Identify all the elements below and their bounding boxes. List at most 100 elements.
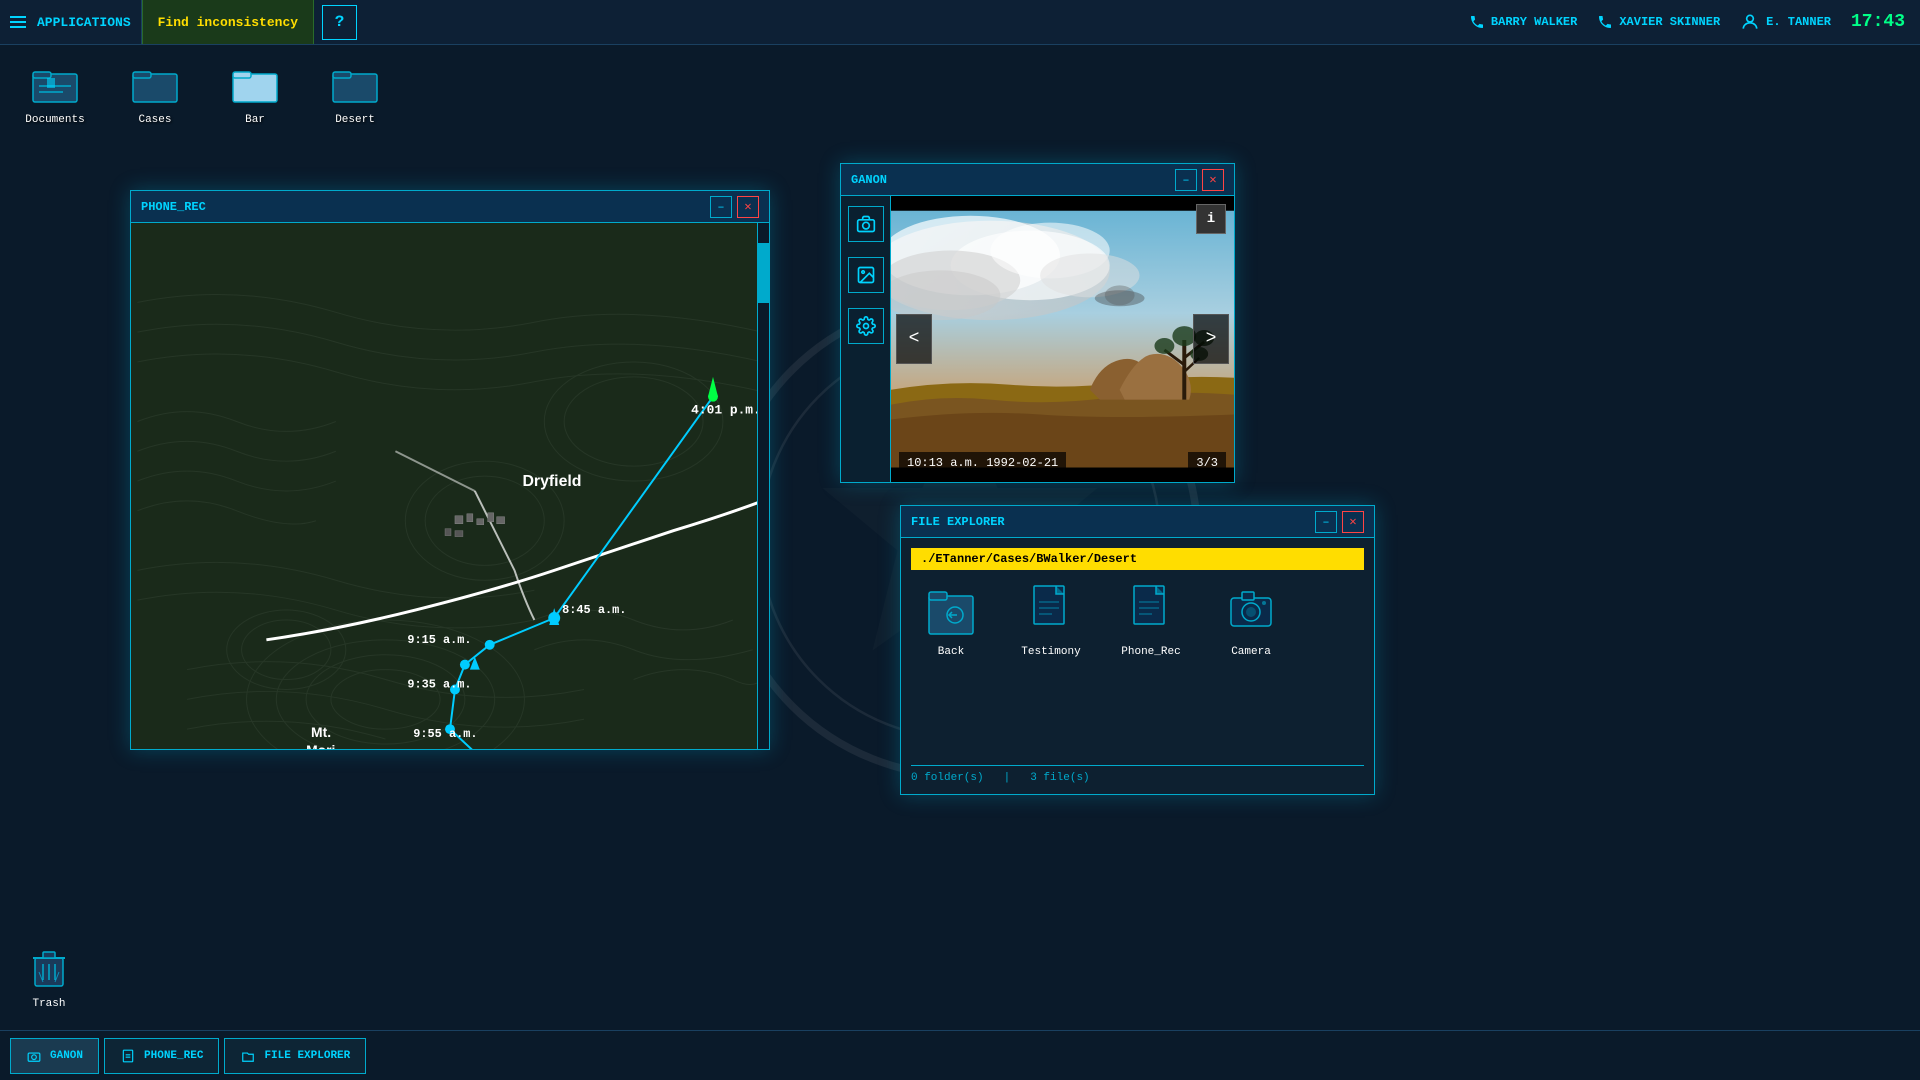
ganon-prev-button[interactable]: < [896, 314, 932, 364]
ganon-window: GANON – ✕ [840, 163, 1235, 483]
ganon-next-button[interactable]: > [1193, 314, 1229, 364]
clock: 17:43 [1851, 12, 1905, 32]
file-explorer-close-button[interactable]: ✕ [1342, 511, 1364, 533]
svg-text:9:55 a.m.: 9:55 a.m. [413, 727, 477, 741]
applications-label: APPLICATIONS [37, 15, 131, 30]
bar-folder-icon [231, 60, 279, 108]
applications-menu[interactable]: APPLICATIONS [0, 0, 142, 44]
trash-icon-img [25, 944, 73, 992]
phone-icon [1469, 14, 1485, 30]
taskbar-camera-icon [26, 1048, 42, 1064]
documents-folder-icon [31, 60, 79, 108]
file-explorer-window: FILE EXPLORER – ✕ ./ETanner/Cases/BWalke… [900, 505, 1375, 795]
file-icons-grid: Back Testimony [911, 582, 1364, 765]
phone-rec-window: PHONE_REC – ✕ [130, 190, 770, 750]
ganon-viewer: i < > 10:13 a.m. 1992-02-21 3/3 [891, 196, 1234, 482]
svg-text:4:01 p.m.: 4:01 p.m. [691, 403, 761, 418]
camera-icon-file [1227, 582, 1275, 640]
ganon-title: GANON [851, 173, 1170, 187]
file-explorer-titlebar[interactable]: FILE EXPLORER – ✕ [901, 506, 1374, 538]
file-testimony-item[interactable]: Testimony [1011, 582, 1091, 765]
back-folder-icon [927, 582, 975, 640]
ganon-minimize-button[interactable]: – [1175, 169, 1197, 191]
map-container[interactable]: 4:01 p.m. 8:45 a.m. 9:15 a.m. 9:35 a.m. … [131, 223, 769, 749]
testimony-doc-icon [1027, 582, 1075, 640]
phone-rec-label: Phone_Rec [1121, 646, 1180, 658]
taskbar-folder-icon [240, 1048, 256, 1064]
svg-text:9:15 a.m.: 9:15 a.m. [407, 633, 471, 647]
ganon-close-button[interactable]: ✕ [1202, 169, 1224, 191]
desert-folder-icon [331, 60, 379, 108]
ganon-image-tool[interactable] [848, 257, 884, 293]
svg-text:Mt.: Mt. [311, 724, 331, 740]
svg-text:Mori: Mori [306, 742, 335, 749]
camera-label: Camera [1231, 646, 1271, 658]
taskbar-file-explorer-button[interactable]: FILE EXPLORER [224, 1038, 366, 1074]
map-scrollbar-thumb[interactable] [758, 243, 769, 303]
desktop-icons: Documents Cases Bar [20, 60, 390, 126]
phone-rec-minimize-button[interactable]: – [710, 196, 732, 218]
file-back-item[interactable]: Back [911, 582, 991, 765]
trash-label: Trash [32, 998, 65, 1010]
bar-icon[interactable]: Bar [220, 60, 290, 126]
desert-label: Desert [335, 114, 375, 126]
barry-walker-name: BARRY WALKER [1491, 15, 1577, 29]
svg-text:Dryfield: Dryfield [522, 473, 581, 490]
file-camera-item[interactable]: Camera [1211, 582, 1291, 765]
bottom-taskbar: GANON PHONE_REC FILE EXPLORER [0, 1030, 1920, 1080]
ganon-camera-tool[interactable] [848, 206, 884, 242]
phone-rec-titlebar[interactable]: PHONE_REC – ✕ [131, 191, 769, 223]
ganon-settings-tool[interactable] [848, 308, 884, 344]
taskbar-phone-rec-label: PHONE_REC [144, 1050, 203, 1062]
cases-icon[interactable]: Cases [120, 60, 190, 126]
current-user: E. TANNER [1740, 12, 1831, 32]
file-path-bar[interactable]: ./ETanner/Cases/BWalker/Desert [911, 548, 1364, 570]
contact-barry-walker[interactable]: BARRY WALKER [1469, 14, 1577, 30]
ganon-timestamp: 10:13 a.m. 1992-02-21 [899, 452, 1066, 474]
ganon-info-button[interactable]: i [1196, 204, 1226, 234]
taskbar: APPLICATIONS Find inconsistency ? BARRY … [0, 0, 1920, 45]
xavier-skinner-name: XAVIER SKINNER [1619, 15, 1720, 29]
desert-icon[interactable]: Desert [320, 60, 390, 126]
testimony-label: Testimony [1021, 646, 1080, 658]
cases-folder-icon [131, 60, 179, 108]
ganon-titlebar[interactable]: GANON – ✕ [841, 164, 1234, 196]
find-inconsistency-button[interactable]: Find inconsistency [142, 0, 314, 44]
trash-icon[interactable]: Trash [25, 944, 73, 1010]
map-svg: 4:01 p.m. 8:45 a.m. 9:15 a.m. 9:35 a.m. … [131, 223, 769, 749]
phone-icon-2 [1597, 14, 1613, 30]
documents-icon[interactable]: Documents [20, 60, 90, 126]
find-inconsistency-label: Find inconsistency [158, 15, 298, 30]
file-explorer-content: ./ETanner/Cases/BWalker/Desert Ba [901, 538, 1374, 794]
help-label: ? [335, 13, 345, 31]
ganon-sidebar [841, 196, 891, 482]
hamburger-icon [10, 16, 26, 28]
taskbar-right: BARRY WALKER XAVIER SKINNER E. TANNER 17… [1469, 12, 1920, 32]
phone-rec-close-button[interactable]: ✕ [737, 196, 759, 218]
cases-label: Cases [138, 114, 171, 126]
contact-xavier-skinner[interactable]: XAVIER SKINNER [1597, 14, 1720, 30]
taskbar-ganon-button[interactable]: GANON [10, 1038, 99, 1074]
files-count: 3 file(s) [1030, 772, 1089, 784]
file-explorer-footer: 0 folder(s) | 3 file(s) [911, 765, 1364, 784]
taskbar-ganon-label: GANON [50, 1050, 83, 1062]
file-phone-rec-item[interactable]: Phone_Rec [1111, 582, 1191, 765]
ganon-image-svg [891, 196, 1234, 482]
svg-text:8:45 a.m.: 8:45 a.m. [562, 603, 626, 617]
folders-count: 0 folder(s) [911, 772, 984, 784]
user-icon [1740, 12, 1760, 32]
ganon-content: i < > 10:13 a.m. 1992-02-21 3/3 [841, 196, 1234, 482]
back-label: Back [938, 646, 964, 658]
map-scrollbar[interactable] [757, 223, 769, 749]
footer-separator: | [1004, 772, 1011, 784]
file-explorer-title: FILE EXPLORER [911, 515, 1310, 529]
ganon-counter: 3/3 [1188, 452, 1226, 474]
desktop: OF INVESTIGATION WE SEEK Documents [0, 45, 1920, 1030]
bar-label: Bar [245, 114, 265, 126]
file-explorer-minimize-button[interactable]: – [1315, 511, 1337, 533]
taskbar-phone-rec-button[interactable]: PHONE_REC [104, 1038, 219, 1074]
help-button[interactable]: ? [322, 5, 357, 40]
phone-rec-doc-icon [1127, 582, 1175, 640]
svg-text:9:35 a.m.: 9:35 a.m. [407, 677, 471, 691]
taskbar-file-explorer-label: FILE EXPLORER [264, 1050, 350, 1062]
